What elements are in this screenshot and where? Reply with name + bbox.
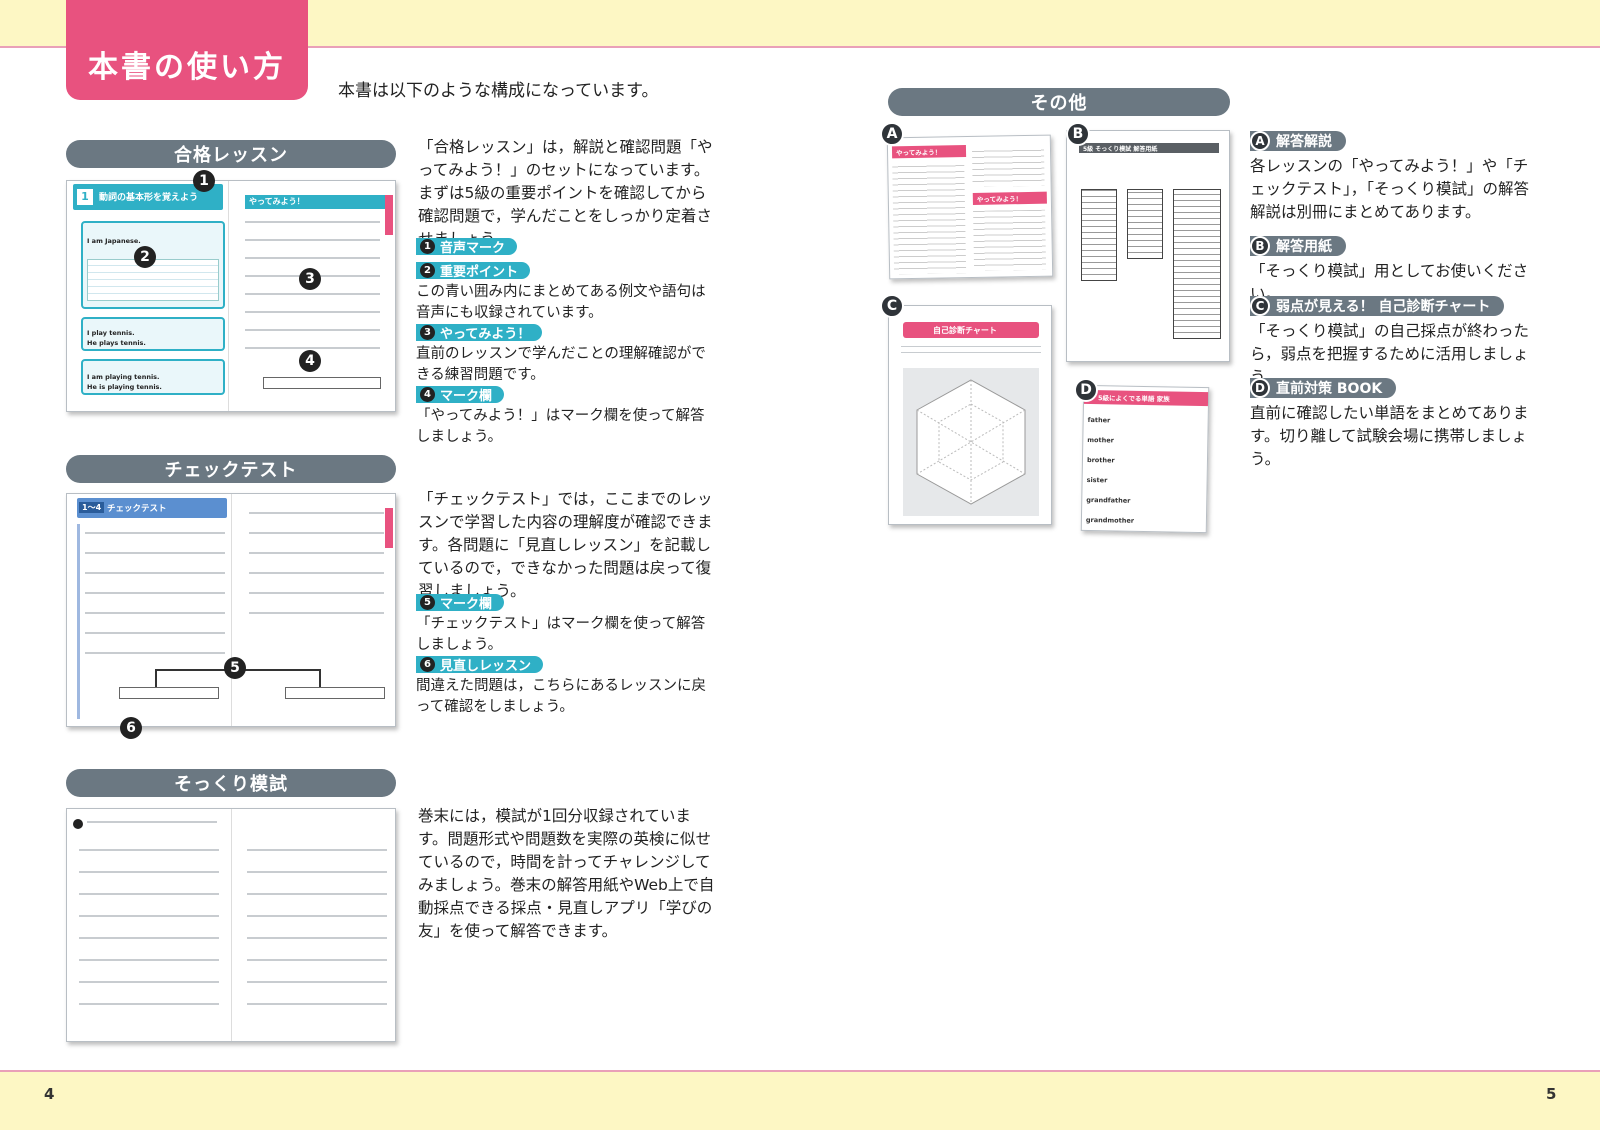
lesson-number: 1 <box>77 189 93 205</box>
word-book-heading: 5級によくでる単語 家族 <box>1097 394 1170 404</box>
lesson-item-4-text: 「やってみよう！」はマーク欄を使って解答しましょう。 <box>416 408 705 445</box>
other-item-a-text: 各レッスンの「やってみよう！」や「チェックテスト」，「そっくり模試」の解答解説は… <box>1250 157 1530 221</box>
check-item-6-text: 間違えた問題は，こちらにあるレッスンに戻って確認をしましょう。 <box>416 678 706 715</box>
lesson-item-4: 4 マーク欄 <box>416 386 505 404</box>
answer-sheet-heading: 5級 そっくり模試 解答用紙 <box>1083 146 1158 153</box>
callout-5: 5 <box>224 657 246 679</box>
lesson-item-2: 2 重要ポイント <box>416 262 531 280</box>
section-heading-other: その他 <box>888 88 1230 116</box>
lesson-item-3: 3 やってみよう！ <box>416 324 543 342</box>
callout-2: 2 <box>134 246 156 268</box>
check-thumb-heading: チェックテスト <box>107 504 167 514</box>
lesson-thumb-heading: 動詞の基本形を覚えよう <box>99 193 199 203</box>
badge-b: B <box>1066 122 1090 146</box>
thumb-right-heading: やってみよう！ <box>249 197 305 206</box>
word-item: brother <box>1086 455 1115 465</box>
mock-page-thumbnail <box>66 808 396 1042</box>
thumb-example: I am playing tennis. <box>87 373 160 381</box>
check-item-5-text: 「チェックテスト」はマーク欄を使って解答しましょう。 <box>416 616 706 653</box>
answer-sheet-thumbnail: 5級 そっくり模試 解答用紙 <box>1066 130 1230 362</box>
lesson-page-thumbnail: 1 動詞の基本形を覚えよう I am Japanese. I play tenn… <box>66 180 396 412</box>
intro-text: 本書は以下のような構成になっています。 <box>338 81 659 101</box>
word-item: mother <box>1087 435 1114 445</box>
thumb-example: He plays tennis. <box>87 339 146 347</box>
word-item: father <box>1087 415 1111 425</box>
other-item-d-text: 直前に確認したい単語をまとめてあります。切り離して試験会場に携帯しましょう。 <box>1250 404 1529 468</box>
page-title: 本書の使い方 <box>66 0 308 100</box>
page-number-left: 4 <box>44 1085 55 1103</box>
callout-3: 3 <box>299 268 321 290</box>
check-description: 「チェックテスト」では，ここまでのレッスンで学習した内容の理解度が確認できます。… <box>418 490 713 600</box>
bottom-band <box>0 1070 1600 1130</box>
answer-booklet-thumbnail: やってみよう！ やってみよう！ <box>886 134 1054 280</box>
mock-description: 巻末には，模試が1回分収録されています。問題形式や問題数を実際の英検に似せている… <box>418 807 715 940</box>
word-book-thumbnail: 5級によくでる単語 家族 father mother brother siste… <box>1080 384 1210 534</box>
lesson-item-3-text: 直前のレッスンで学んだことの理解確認ができる練習問題です。 <box>416 346 706 383</box>
chart-thumb-heading: 自己診断チャート <box>933 326 997 335</box>
section-heading-check: チェックテスト <box>66 455 396 483</box>
check-page-thumbnail: 1～4 チェックテスト <box>66 493 396 727</box>
other-item-d: D 直前対策 BOOK <box>1250 378 1397 398</box>
word-item: grandfather <box>1086 495 1131 505</box>
other-item-a: A 解答解説 <box>1250 131 1346 151</box>
other-item-c: C 弱点が見える！ 自己診断チャート <box>1250 296 1505 316</box>
section-heading-mock: そっくり模試 <box>66 769 396 797</box>
diagnosis-chart-thumbnail: 自己診断チャート <box>888 305 1052 525</box>
booklet-heading-2: やってみよう！ <box>976 195 1023 204</box>
section-heading-lesson: 合格レッスン <box>66 140 396 168</box>
callout-1: 1 <box>193 170 215 192</box>
lesson-item-1: 1 音声マーク <box>416 238 518 256</box>
thumb-example: He is playing tennis. <box>87 383 162 391</box>
badge-d: D <box>1074 378 1098 402</box>
radar-chart-graphic <box>916 379 1026 505</box>
callout-4: 4 <box>299 350 321 372</box>
thumb-example: I play tennis. <box>87 329 135 337</box>
check-item-6: 6 見直しレッスン <box>416 656 544 674</box>
callout-6: 6 <box>120 717 142 739</box>
check-item-5: 5 マーク欄 <box>416 594 505 612</box>
check-range: 1～4 <box>79 502 105 513</box>
badge-c: C <box>880 294 904 318</box>
lesson-description: 「合格レッスン」は，解説と確認問題「やってみよう！」のセットになっています。まず… <box>418 138 713 248</box>
other-item-b: B 解答用紙 <box>1250 236 1346 256</box>
word-item: grandmother <box>1085 515 1135 525</box>
page-number-right: 5 <box>1546 1085 1557 1103</box>
booklet-heading-1: やってみよう！ <box>895 148 942 158</box>
word-item: sister <box>1086 475 1108 485</box>
badge-a: A <box>880 122 904 146</box>
thumb-example: I am Japanese. <box>87 237 141 245</box>
lesson-item-2-text: この青い囲み内にまとめてある例文や語句は音声にも収録されています。 <box>416 284 706 321</box>
